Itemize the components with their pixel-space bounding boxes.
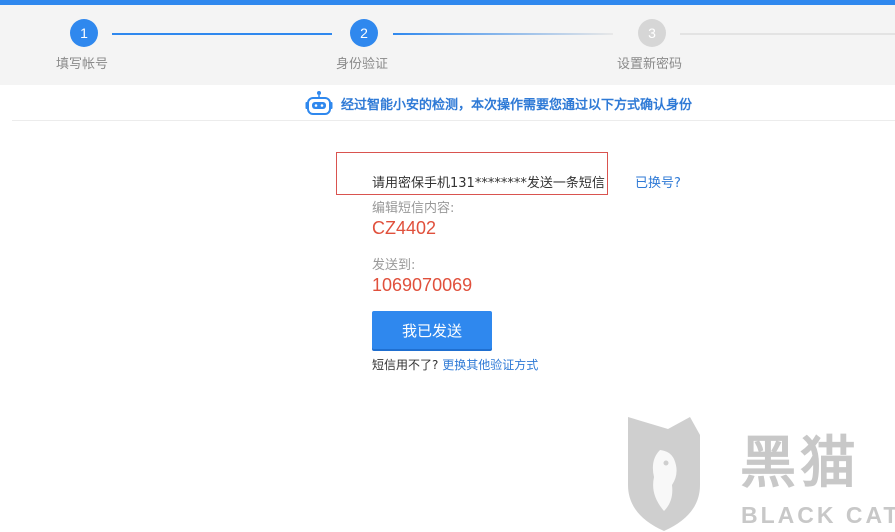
- sms-sent-confirm-button[interactable]: 我已发送: [372, 311, 492, 349]
- step-2-circle: 2: [350, 19, 378, 47]
- notice-text: 经过智能小安的检测，本次操作需要您通过以下方式确认身份: [341, 98, 693, 113]
- sms-content-value: CZ4402: [372, 218, 437, 238]
- switch-verify-method-link[interactable]: 更换其他验证方式: [442, 358, 538, 372]
- step-connector-3: [680, 33, 895, 35]
- sms-send-instruction: 请用密保手机131********发送一条短信: [372, 176, 605, 191]
- sms-content-label: 编辑短信内容:: [372, 201, 455, 216]
- section-divider: [12, 120, 895, 121]
- step-2-label: 身份验证: [336, 57, 389, 72]
- step-3-label: 设置新密码: [617, 57, 683, 72]
- step-connector-2: [393, 33, 613, 35]
- changed-number-link[interactable]: 已换号?: [635, 172, 681, 191]
- step-1-label: 填写帐号: [56, 57, 109, 72]
- sms-unavailable-text: 短信用不了?: [372, 358, 439, 372]
- watermark-cn-text: 黑猫: [740, 431, 860, 496]
- robot-icon: [305, 91, 333, 115]
- alternative-verify-line: 短信用不了? 更换其他验证方式: [372, 356, 538, 373]
- send-to-label: 发送到:: [372, 258, 416, 273]
- step-connector-1: [112, 33, 332, 35]
- step-3-circle: 3: [638, 19, 666, 47]
- send-to-number: 1069070069: [372, 275, 473, 295]
- step-1-circle: 1: [70, 19, 98, 47]
- watermark-en-text: BLACK CAT: [741, 502, 895, 528]
- security-notice: 经过智能小安的检测，本次操作需要您通过以下方式确认身份: [0, 85, 895, 120]
- step-progress-bar: 1 填写帐号 2 身份验证 3 设置新密码: [0, 5, 895, 85]
